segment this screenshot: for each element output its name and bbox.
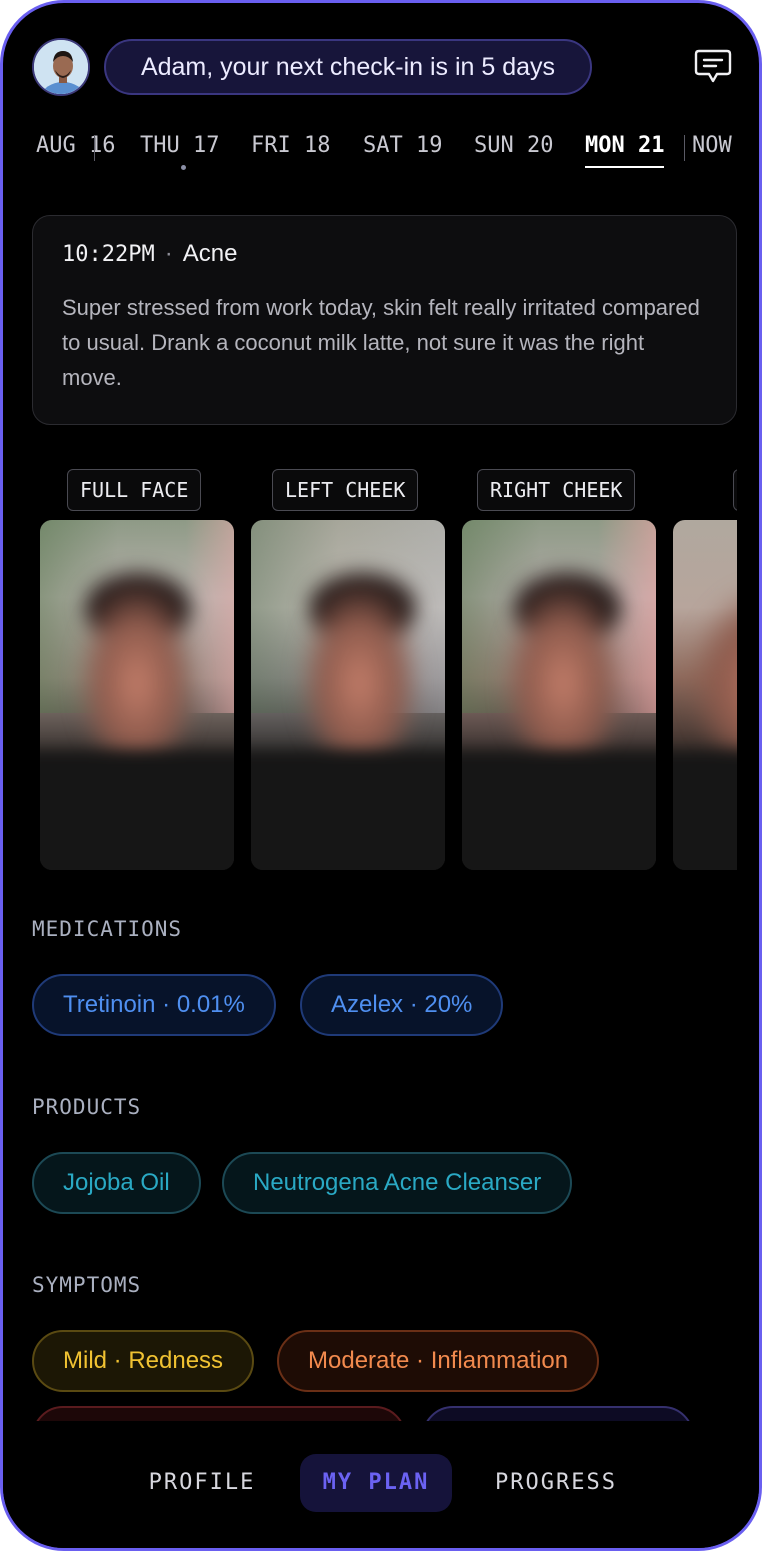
nav-profile[interactable]: PROFILE (131, 1454, 273, 1512)
symptom-chip[interactable]: Moderate · Inflammation (277, 1330, 600, 1392)
nav-progress[interactable]: PROGRESS (480, 1454, 632, 1512)
avatar[interactable] (32, 38, 90, 96)
symptoms-heading: SYMPTOMS (32, 1273, 142, 1297)
date-item[interactable]: SAT 19 (363, 133, 442, 158)
product-chip[interactable]: Neutrogena Acne Cleanser (222, 1152, 573, 1214)
photo-full-face[interactable] (40, 520, 234, 870)
medications-heading: MEDICATIONS (32, 917, 183, 941)
separator-dot: · (164, 240, 173, 267)
photo-label: FULL FACE (67, 469, 202, 511)
entry-indicator-dot (181, 165, 186, 170)
medication-chip[interactable]: Tretinoin · 0.01% (32, 974, 276, 1036)
entry-header: 10:22PM · Acne (62, 240, 707, 268)
chat-icon (694, 49, 732, 83)
date-item-selected[interactable]: MON 21 (585, 133, 665, 168)
photo-carousel[interactable]: FULL FACE LEFT CHEEK RIGHT CHEEK (32, 465, 737, 875)
date-item[interactable]: SUN 20 (474, 133, 553, 158)
photo-partial[interactable] (673, 520, 737, 870)
products-heading: PRODUCTS (32, 1095, 142, 1119)
date-strip: AUG 16 THU 17 FRI 18 SAT 19 SUN 20 MON 2… (3, 127, 759, 177)
photo-label: LEFT CHEEK (272, 469, 419, 511)
entry-condition: Acne (182, 240, 238, 267)
symptom-chip[interactable]: Mild · Redness (32, 1330, 255, 1392)
date-divider (684, 135, 685, 161)
photo-left-cheek[interactable] (251, 520, 445, 870)
avatar-image (34, 40, 88, 94)
photo-right-cheek[interactable] (462, 520, 656, 870)
product-chip[interactable]: Jojoba Oil (32, 1152, 201, 1214)
date-item[interactable]: AUG 16 (36, 133, 115, 158)
date-item[interactable]: FRI 18 (251, 133, 330, 158)
entry-time: 10:22PM (62, 242, 155, 267)
phone-frame: Adam, your next check-in is in 5 days AU… (0, 0, 762, 1551)
photo-label (733, 469, 737, 511)
journal-entry-card[interactable]: 10:22PM · Acne Super stressed from work to… (32, 215, 737, 425)
checkin-reminder[interactable]: Adam, your next check-in is in 5 days (104, 39, 592, 95)
chat-button[interactable] (691, 45, 735, 89)
nav-my-plan[interactable]: MY PLAN (300, 1454, 452, 1512)
date-item[interactable]: THU 17 (140, 133, 219, 158)
date-item-now[interactable]: NOW (692, 133, 732, 158)
medication-chip[interactable]: Azelex · 20% (300, 974, 504, 1036)
date-divider (94, 135, 95, 161)
entry-text: Super stressed from work today, skin fel… (62, 295, 700, 390)
photo-label: RIGHT CHEEK (477, 469, 636, 511)
